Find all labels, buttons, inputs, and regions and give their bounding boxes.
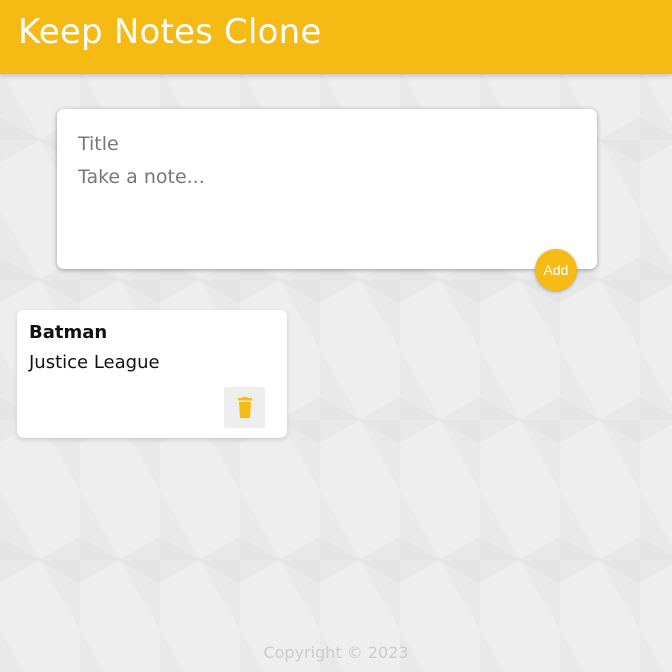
note-card: Batman Justice League — [17, 310, 287, 438]
note-title-input[interactable] — [78, 131, 568, 157]
trash-icon — [237, 396, 252, 418]
delete-note-button[interactable] — [224, 387, 265, 428]
note-content: Justice League — [29, 352, 160, 373]
note-title: Batman — [29, 322, 108, 343]
app-header: Keep Notes Clone — [0, 0, 672, 74]
add-note-button[interactable]: Add — [535, 249, 577, 291]
note-content-input[interactable] — [78, 166, 568, 246]
create-note-form — [57, 109, 597, 269]
footer: Copyright © 2023 — [0, 643, 672, 662]
app-title: Keep Notes Clone — [18, 12, 322, 52]
copyright-text: Copyright © 2023 — [263, 643, 409, 662]
